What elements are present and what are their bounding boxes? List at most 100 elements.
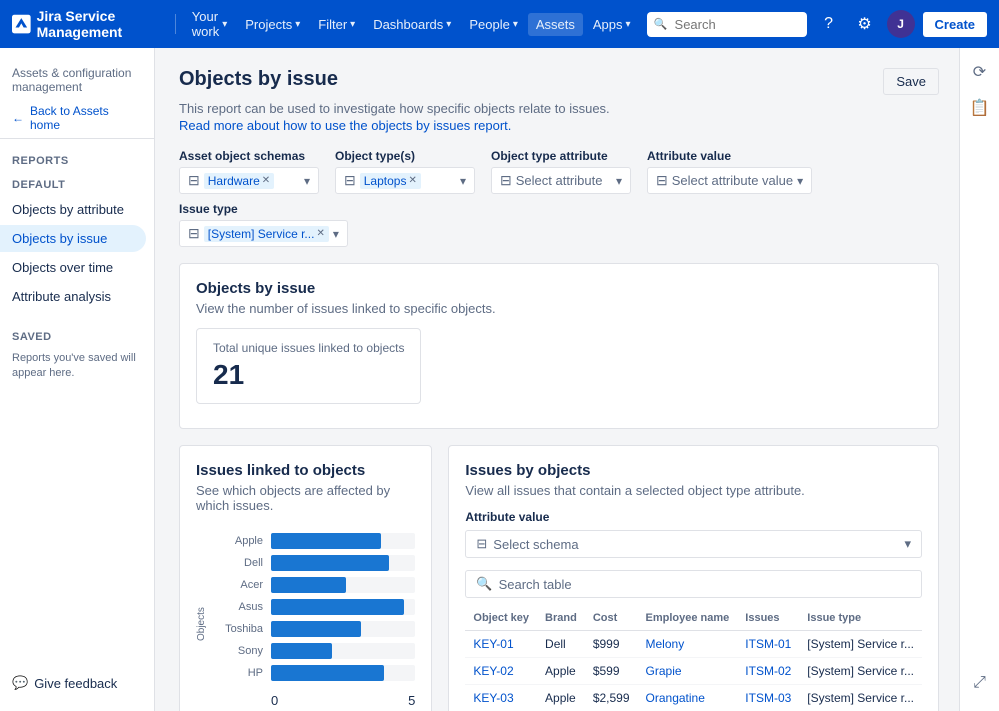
employee-link[interactable]: Orangatine: [646, 691, 705, 705]
right-tool-refresh[interactable]: ⟳: [964, 56, 996, 88]
cell-key: KEY-03: [465, 685, 537, 711]
chevron-down-icon: ▾: [626, 19, 631, 30]
employee-link[interactable]: Grapie: [646, 664, 682, 678]
col-object-key: Object key: [465, 606, 537, 631]
sidebar-item-attribute-analysis[interactable]: Attribute analysis: [0, 283, 146, 310]
cell-brand: Apple: [537, 685, 585, 711]
search-placeholder: Search table: [499, 577, 572, 592]
nav-your-work[interactable]: Your work ▾: [184, 5, 235, 43]
bar-track: [271, 665, 415, 681]
asset-schema-tag: Hardware ✕: [204, 173, 274, 189]
object-type-attribute-placeholder: Select attribute: [516, 173, 603, 188]
main-content: Objects by issue Save This report can be…: [155, 48, 999, 711]
issue-link[interactable]: ITSM-02: [745, 664, 791, 678]
app-logo[interactable]: Jira Service Management: [12, 8, 167, 40]
cell-issue-type: [System] Service r...: [799, 685, 922, 711]
search-input[interactable]: [647, 12, 807, 37]
back-arrow-icon: ←: [12, 111, 24, 125]
issue-type-select[interactable]: ⊟ [System] Service r... ✕ ▾: [179, 220, 348, 247]
nav-filter[interactable]: Filter ▾: [310, 13, 363, 36]
issue-link[interactable]: ITSM-01: [745, 637, 791, 651]
right-tool-history[interactable]: 📋: [964, 92, 996, 124]
summary-title: Objects by issue: [196, 280, 922, 297]
asset-schema-filter: Asset object schemas ⊟ Hardware ✕ ▾: [179, 149, 319, 194]
chart-desc: See which objects are affected by which …: [196, 483, 415, 513]
schema-filter-icon: ⊟: [476, 536, 487, 552]
metric-box: Total unique issues linked to objects 21: [196, 328, 421, 404]
chart-inner: Apple Dell Acer Asus Toshiba S: [215, 525, 415, 711]
nav-projects[interactable]: Projects ▾: [237, 13, 308, 36]
issue-link[interactable]: ITSM-03: [745, 691, 791, 705]
cell-issue: ITSM-02: [737, 658, 799, 685]
cell-employee: Melony: [638, 631, 738, 658]
cell-issue-type: [System] Service r...: [799, 631, 922, 658]
object-key-link[interactable]: KEY-01: [473, 637, 513, 651]
bar-row: HP: [215, 665, 415, 681]
chart-title: Issues linked to objects: [196, 462, 415, 479]
cell-cost: $999: [585, 631, 638, 658]
sidebar-item-objects-by-issue[interactable]: Objects by issue: [0, 225, 146, 252]
issues-by-objects-card: Issues by objects View all issues that c…: [448, 445, 939, 711]
object-key-link[interactable]: KEY-02: [473, 664, 513, 678]
two-col-section: Issues linked to objects See which objec…: [179, 445, 939, 711]
bar-row: Acer: [215, 577, 415, 593]
object-type-attribute-label: Object type attribute: [491, 149, 631, 163]
attribute-value-select[interactable]: ⊟ Select attribute value ▾: [647, 167, 812, 194]
select-schema-dropdown[interactable]: ⊟ Select schema ▾: [465, 530, 922, 558]
search-table-box[interactable]: 🔍 Search table: [465, 570, 922, 598]
issues-by-objects-desc: View all issues that contain a selected …: [465, 483, 922, 498]
table-header-row: Object key Brand Cost Employee name Issu…: [465, 606, 922, 631]
bar-label: Acer: [215, 579, 263, 591]
avatar[interactable]: J: [887, 10, 915, 38]
metric-value: 21: [213, 359, 404, 391]
object-types-filter: Object type(s) ⊟ Laptops ✕ ▾: [335, 149, 475, 194]
nav-people[interactable]: People ▾: [461, 13, 526, 36]
feedback-icon: 💬: [12, 675, 28, 691]
chevron-down-icon: ▾: [304, 174, 310, 188]
cell-brand: Apple: [537, 658, 585, 685]
chevron-down-icon: ▾: [904, 536, 911, 552]
bar-label: Asus: [215, 601, 263, 613]
asset-schema-select[interactable]: ⊟ Hardware ✕ ▾: [179, 167, 319, 194]
bar-fill: [271, 665, 384, 681]
issue-type-filter-row: Issue type ⊟ [System] Service r... ✕ ▾: [179, 202, 939, 247]
x-min-label: 0: [271, 693, 278, 708]
remove-issue-type-icon[interactable]: ✕: [316, 228, 324, 239]
nav-dashboards[interactable]: Dashboards ▾: [365, 13, 459, 36]
issues-by-objects-title: Issues by objects: [465, 462, 922, 479]
employee-link[interactable]: Melony: [646, 637, 685, 651]
cell-employee: Orangatine: [638, 685, 738, 711]
filter-icon: ⊟: [188, 172, 200, 189]
metric-label: Total unique issues linked to objects: [213, 341, 404, 355]
chevron-down-icon: ▾: [295, 19, 300, 30]
back-to-assets-link[interactable]: ← Back to Assets home: [0, 98, 154, 139]
save-button[interactable]: Save: [883, 68, 939, 95]
help-icon[interactable]: ?: [815, 10, 843, 38]
topnav-right: ? ⚙ J Create: [647, 10, 987, 38]
chevron-down-icon: ▾: [333, 227, 339, 241]
object-key-link[interactable]: KEY-03: [473, 691, 513, 705]
object-type-attribute-select[interactable]: ⊟ Select attribute ▾: [491, 167, 631, 194]
summary-card: Objects by issue View the number of issu…: [179, 263, 939, 429]
remove-object-types-icon[interactable]: ✕: [408, 175, 416, 186]
search-icon: 🔍: [476, 576, 492, 592]
right-tool-expand[interactable]: ⤢: [964, 667, 996, 699]
learn-more-link[interactable]: Read more about how to use the objects b…: [179, 118, 511, 133]
attr-value-row: Attribute value ⊟ Select schema ▾: [465, 510, 922, 558]
bar-fill: [271, 555, 389, 571]
sidebar-item-objects-by-attribute[interactable]: Objects by attribute: [0, 196, 146, 223]
settings-icon[interactable]: ⚙: [851, 10, 879, 38]
remove-asset-schema-icon[interactable]: ✕: [262, 175, 270, 186]
nav-apps[interactable]: Apps ▾: [585, 13, 639, 36]
summary-desc: View the number of issues linked to spec…: [196, 301, 922, 316]
give-feedback-link[interactable]: 💬 Give feedback: [0, 667, 154, 699]
sidebar-header-label: Assets & configuration management: [12, 66, 142, 94]
bar-label: Sony: [215, 645, 263, 657]
create-button[interactable]: Create: [923, 12, 987, 37]
bar-track: [271, 643, 415, 659]
sidebar-item-objects-over-time[interactable]: Objects over time: [0, 254, 146, 281]
object-types-select[interactable]: ⊟ Laptops ✕ ▾: [335, 167, 475, 194]
chevron-down-icon: ▾: [513, 19, 518, 30]
nav-assets[interactable]: Assets: [528, 13, 583, 36]
chevron-down-icon: ▾: [616, 174, 622, 188]
